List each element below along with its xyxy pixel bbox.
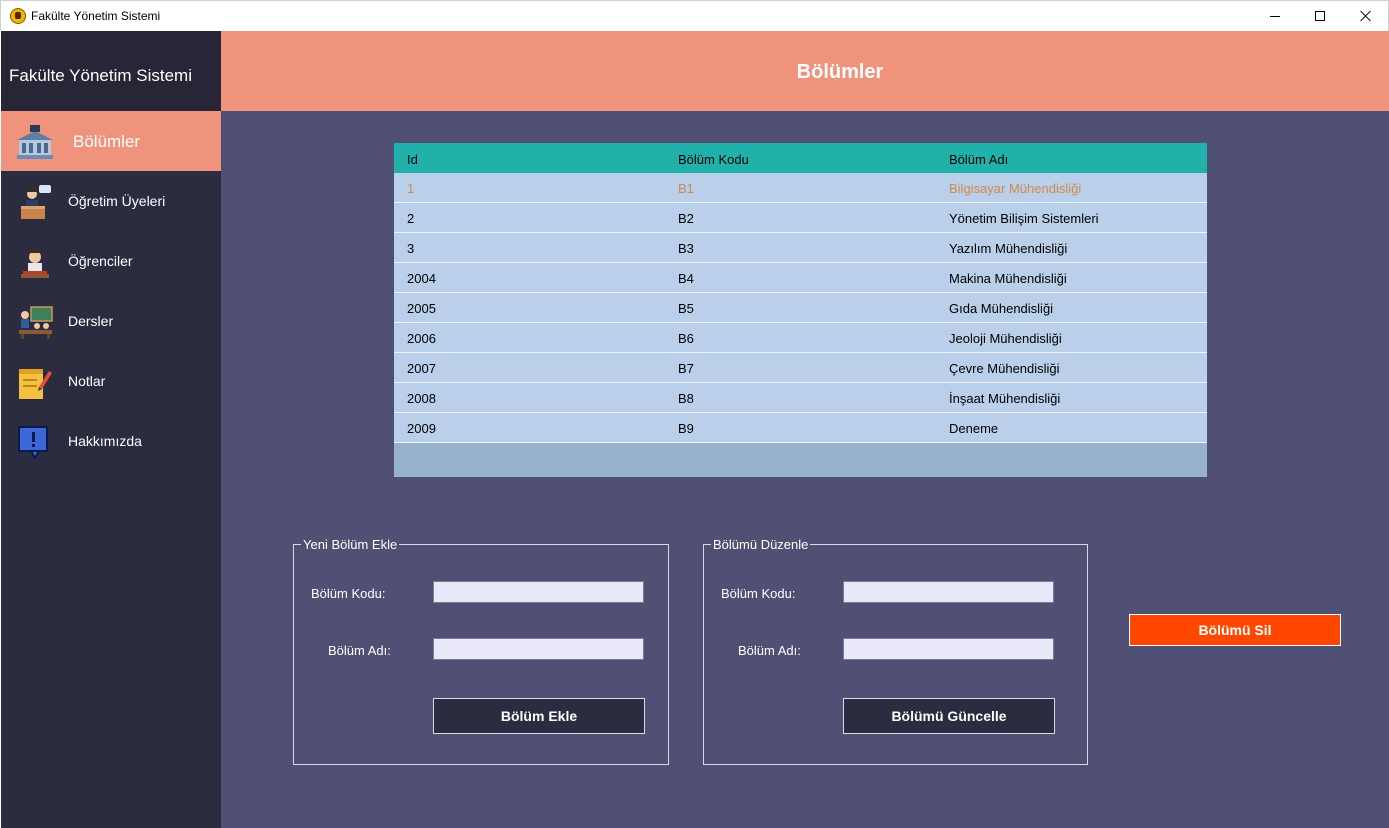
delete-department-button[interactable]: Bölümü Sil bbox=[1129, 614, 1341, 646]
table-cell: B8 bbox=[678, 391, 694, 406]
add-department-button[interactable]: Bölüm Ekle bbox=[433, 698, 645, 734]
table-cell: 2 bbox=[407, 211, 415, 226]
table-cell: Makina Mühendisliği bbox=[949, 271, 1067, 286]
add-code-input[interactable] bbox=[433, 581, 644, 603]
table-row[interactable]: 2008 B8 İnşaat Mühendisliği bbox=[394, 383, 1207, 413]
edit-department-group: Bölümü Düzenle Bölüm Kodu: Bölüm Adı: Bö… bbox=[703, 537, 1088, 765]
table-row[interactable]: 2 B2 Yönetim Bilişim Sistemleri bbox=[394, 203, 1207, 233]
teacher-icon bbox=[21, 185, 51, 219]
table-row[interactable]: 3 B3 Yazılım Mühendisliği bbox=[394, 233, 1207, 263]
table-cell: Yönetim Bilişim Sistemleri bbox=[949, 211, 1099, 226]
page-header: Bölümler bbox=[221, 31, 1389, 111]
maximize-button[interactable] bbox=[1297, 1, 1343, 31]
table-cell: Bilgisayar Mühendisliği bbox=[949, 181, 1082, 196]
sidebar-item-label: Öğretim Üyeleri bbox=[68, 193, 166, 209]
sidebar-item-bolumler[interactable]: Bölümler bbox=[1, 111, 221, 171]
table-cell: 2004 bbox=[407, 271, 436, 286]
sidebar-item-ogretim-uyeleri[interactable]: Öğretim Üyeleri bbox=[1, 171, 221, 231]
table-cell: Jeoloji Mühendisliği bbox=[949, 331, 1062, 346]
edit-code-input[interactable] bbox=[843, 581, 1054, 603]
group-legend: Bölümü Düzenle bbox=[711, 537, 811, 552]
sidebar-item-notlar[interactable]: Notlar bbox=[1, 351, 221, 411]
table-cell: 2006 bbox=[407, 331, 436, 346]
name-label: Bölüm Adı: bbox=[328, 643, 391, 658]
close-button[interactable] bbox=[1343, 1, 1389, 31]
sidebar-item-hakkimizda[interactable]: Hakkımızda bbox=[1, 411, 221, 471]
table-row[interactable]: 2005 B5 Gıda Mühendisliği bbox=[394, 293, 1207, 323]
code-label: Bölüm Kodu: bbox=[311, 586, 386, 601]
table-row[interactable]: 1 B1 Bilgisayar Mühendisliği bbox=[394, 173, 1207, 203]
info-icon bbox=[18, 426, 48, 459]
table-cell: Yazılım Mühendisliği bbox=[949, 241, 1068, 256]
table-cell: Deneme bbox=[949, 421, 999, 436]
column-header-code[interactable]: Bölüm Kodu bbox=[678, 152, 749, 167]
code-label: Bölüm Kodu: bbox=[721, 586, 796, 601]
minimize-button[interactable] bbox=[1252, 1, 1298, 31]
sidebar-header: Fakülte Yönetim Sistemi bbox=[1, 31, 221, 111]
table-cell: 3 bbox=[407, 241, 415, 256]
table-cell: B2 bbox=[678, 211, 694, 226]
minimize-icon bbox=[1270, 15, 1280, 17]
sidebar-item-label: Bölümler bbox=[73, 132, 141, 151]
table-cell: B4 bbox=[678, 271, 694, 286]
table-cell: 2009 bbox=[407, 421, 436, 436]
close-icon bbox=[1360, 10, 1372, 22]
table-header: Id Bölüm Kodu Bölüm Adı bbox=[394, 143, 1207, 173]
table-cell: Gıda Mühendisliği bbox=[949, 301, 1054, 316]
table-cell: İnşaat Mühendisliği bbox=[949, 391, 1061, 406]
table-cell: B5 bbox=[678, 301, 694, 316]
notepad-icon bbox=[19, 369, 52, 399]
main-content: Id Bölüm Kodu Bölüm Adı 1 B1 Bilgisayar … bbox=[221, 111, 1389, 828]
edit-name-input[interactable] bbox=[843, 638, 1054, 660]
table-cell: B6 bbox=[678, 331, 694, 346]
app-icon bbox=[10, 8, 26, 24]
table-cell: 2008 bbox=[407, 391, 436, 406]
window-titlebar: Fakülte Yönetim Sistemi bbox=[0, 0, 1389, 31]
sidebar-item-dersler[interactable]: Dersler bbox=[1, 291, 221, 351]
building-icon bbox=[17, 125, 53, 159]
sidebar-item-label: Hakkımızda bbox=[68, 433, 142, 449]
page-title: Bölümler bbox=[796, 61, 884, 83]
table-row[interactable]: 2006 B6 Jeoloji Mühendisliği bbox=[394, 323, 1207, 353]
update-department-button[interactable]: Bölümü Güncelle bbox=[843, 698, 1055, 734]
sidebar-item-label: Öğrenciler bbox=[68, 253, 133, 269]
table-row[interactable]: 2009 B9 Deneme bbox=[394, 413, 1207, 443]
sidebar: Fakülte Yönetim Sistemi Bölümler Öğretim… bbox=[1, 31, 221, 828]
sidebar-item-ogrenciler[interactable]: Öğrenciler bbox=[1, 231, 221, 291]
maximize-icon bbox=[1315, 11, 1325, 21]
classroom-icon bbox=[19, 306, 53, 339]
table-row[interactable]: 2007 B7 Çevre Mühendisliği bbox=[394, 353, 1207, 383]
table-cell: B1 bbox=[678, 181, 694, 196]
column-header-id[interactable]: Id bbox=[407, 152, 418, 167]
student-icon bbox=[21, 249, 49, 278]
window-title: Fakülte Yönetim Sistemi bbox=[31, 9, 161, 23]
add-name-input[interactable] bbox=[433, 638, 644, 660]
sidebar-item-label: Notlar bbox=[68, 373, 106, 389]
departments-table[interactable]: Id Bölüm Kodu Bölüm Adı 1 B1 Bilgisayar … bbox=[394, 143, 1207, 477]
table-cell: 2005 bbox=[407, 301, 436, 316]
table-cell: Çevre Mühendisliği bbox=[949, 361, 1060, 376]
column-header-name[interactable]: Bölüm Adı bbox=[949, 152, 1008, 167]
add-department-group: Yeni Bölüm Ekle Bölüm Kodu: Bölüm Adı: B… bbox=[293, 537, 669, 765]
table-cell: B3 bbox=[678, 241, 694, 256]
table-cell: B7 bbox=[678, 361, 694, 376]
table-cell: 2007 bbox=[407, 361, 436, 376]
table-cell: B9 bbox=[678, 421, 694, 436]
name-label: Bölüm Adı: bbox=[738, 643, 801, 658]
sidebar-item-label: Dersler bbox=[68, 313, 114, 329]
table-row[interactable]: 2004 B4 Makina Mühendisliği bbox=[394, 263, 1207, 293]
group-legend: Yeni Bölüm Ekle bbox=[301, 537, 400, 552]
sidebar-title: Fakülte Yönetim Sistemi bbox=[9, 66, 192, 85]
table-cell: 1 bbox=[407, 181, 415, 196]
